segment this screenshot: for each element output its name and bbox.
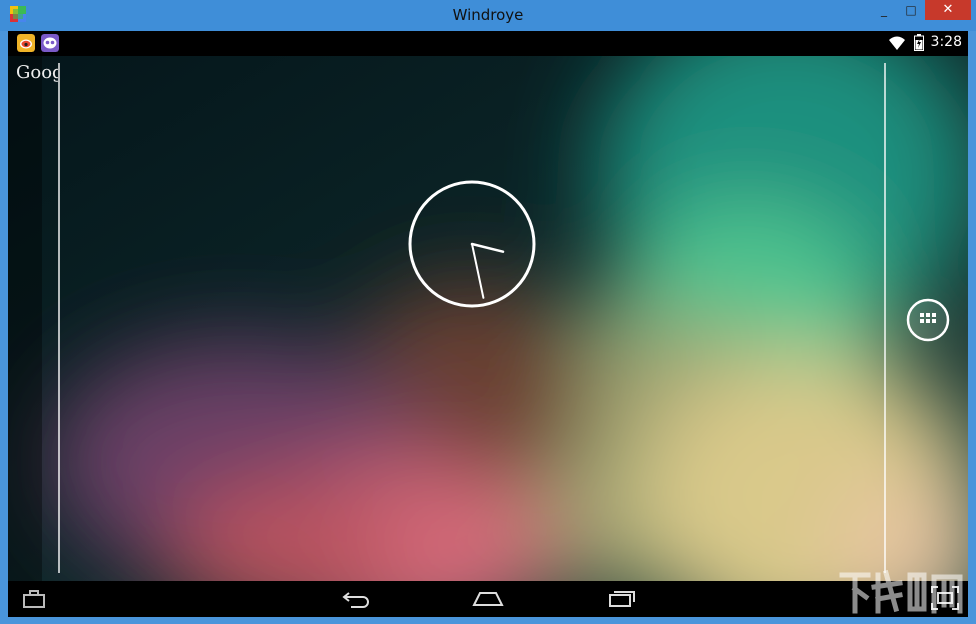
close-button[interactable]: ✕ <box>925 0 971 20</box>
wallpaper <box>8 31 968 617</box>
briefcase-icon[interactable] <box>22 589 46 609</box>
qq-icon[interactable] <box>41 34 59 52</box>
status-time: 3:28 <box>930 34 962 50</box>
window-title: Windroye <box>452 6 524 24</box>
navigation-bar <box>8 581 968 617</box>
back-icon[interactable] <box>341 589 371 609</box>
workspace-edge-right <box>884 63 886 573</box>
google-search-widget[interactable]: Google <box>16 62 58 83</box>
watermark <box>839 569 963 614</box>
analog-clock-widget[interactable] <box>407 179 537 309</box>
apps-grid-icon[interactable] <box>906 298 950 342</box>
weibo-icon[interactable] <box>17 34 35 52</box>
emulator-window: Windroye _ □ ✕ 3:28 Goog <box>0 0 976 624</box>
status-bar: 3:28 <box>8 31 968 56</box>
battery-icon <box>914 34 924 51</box>
minute-hand <box>471 243 485 299</box>
minimize-button[interactable]: _ <box>872 0 896 20</box>
recents-icon[interactable] <box>607 587 637 609</box>
android-screen[interactable]: 3:28 Google <box>8 31 968 617</box>
workspace-edge-left <box>58 63 60 573</box>
wifi-icon <box>889 36 905 50</box>
hour-hand <box>470 242 505 253</box>
home-icon[interactable] <box>472 589 504 607</box>
title-bar[interactable]: Windroye _ □ ✕ <box>0 0 976 31</box>
maximize-button[interactable]: □ <box>898 0 924 20</box>
